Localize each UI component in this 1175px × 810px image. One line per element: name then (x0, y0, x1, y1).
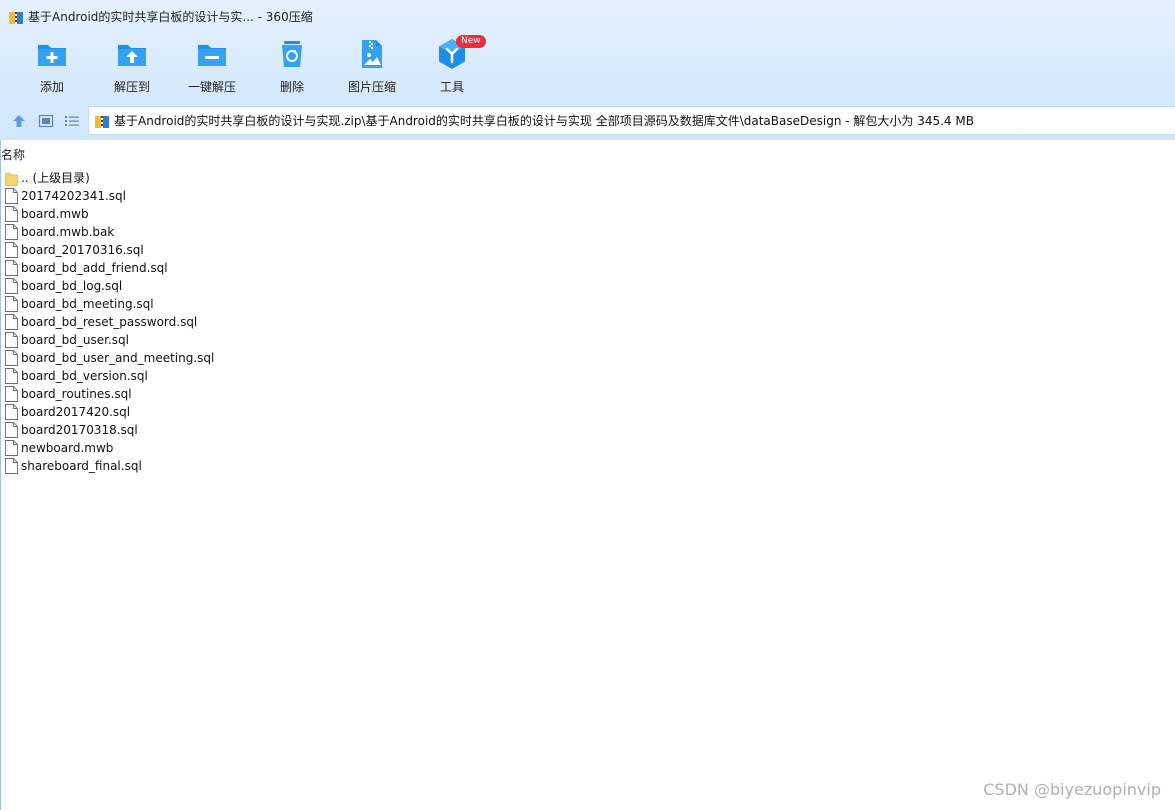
file-name: board_bd_log.sql (21, 279, 123, 293)
list-view-icon[interactable] (64, 113, 80, 129)
file-icon (5, 332, 18, 348)
top-chrome: 基于Android的实时共享白板的设计与实... - 360压缩 添加 解压到 (0, 0, 1175, 140)
file-name: board_bd_meeting.sql (21, 297, 154, 311)
file-icon (5, 296, 18, 312)
parent-folder-row[interactable]: .. (上级目录) (0, 169, 600, 187)
new-badge: New (456, 35, 486, 48)
window-title: 基于Android的实时共享白板的设计与实... - 360压缩 (28, 10, 313, 24)
file-name: board.mwb (21, 207, 89, 221)
file-name: board_bd_user_and_meeting.sql (21, 351, 215, 365)
file-row[interactable]: board.mwb (0, 205, 600, 223)
add-folder-icon (38, 45, 66, 66)
thumbnail-view-icon[interactable] (38, 113, 54, 129)
add-button[interactable]: 添加 (12, 38, 92, 96)
extract-to-icon (118, 45, 146, 66)
file-name: board_bd_user.sql (21, 333, 129, 347)
file-name: board_routines.sql (21, 387, 132, 401)
file-icon (5, 350, 18, 366)
delete-trash-icon (282, 41, 302, 67)
file-icon (5, 260, 18, 276)
file-row[interactable]: board2017420.sql (0, 403, 600, 421)
file-row[interactable]: board_bd_version.sql (0, 367, 600, 385)
file-list: .. (上级目录) 20174202341.sql board.mwb board.m… (0, 169, 600, 475)
file-name: shareboard_final.sql (21, 459, 142, 473)
file-row[interactable]: board_bd_meeting.sql (0, 295, 600, 313)
toolbar: 添加 解压到 一键解压 删除 图片压缩 New 工具 (0, 34, 1175, 100)
extract-to-label: 解压到 (113, 80, 150, 94)
up-arrow-icon[interactable] (11, 113, 27, 129)
file-name: board20170318.sql (21, 423, 138, 437)
delete-button[interactable]: 删除 (252, 38, 332, 96)
delete-label: 删除 (279, 80, 304, 94)
file-icon (5, 458, 18, 474)
zip-archive-icon (95, 114, 109, 128)
file-icon (5, 224, 18, 240)
tools-button[interactable]: New 工具 (412, 35, 492, 96)
file-icon (5, 386, 18, 402)
column-header[interactable]: 名称 (0, 145, 1175, 165)
file-name: board.mwb.bak (21, 225, 115, 239)
file-row[interactable]: board_20170316.sql (0, 241, 600, 259)
file-icon (5, 368, 18, 384)
folder-icon (5, 173, 18, 186)
file-name: board_20170316.sql (21, 243, 144, 257)
file-icon (5, 206, 18, 222)
archive-app-icon (9, 10, 23, 24)
file-name: .. (上级目录) (21, 171, 90, 185)
file-row[interactable]: 20174202341.sql (0, 187, 600, 205)
file-name: board_bd_add_friend.sql (21, 261, 168, 275)
file-icon (5, 242, 18, 258)
address-path: 基于Android的实时共享白板的设计与实现.zip\基于Android的实时共… (114, 114, 974, 128)
file-row[interactable]: board_routines.sql (0, 385, 600, 403)
file-icon (5, 314, 18, 330)
file-name: 20174202341.sql (21, 189, 126, 203)
image-compress-icon (362, 40, 382, 68)
file-name: board_bd_reset_password.sql (21, 315, 198, 329)
file-icon (5, 188, 18, 204)
image-compress-button[interactable]: 图片压缩 (332, 38, 412, 96)
file-icon (5, 440, 18, 456)
file-row[interactable]: board_bd_reset_password.sql (0, 313, 600, 331)
file-row[interactable]: board_bd_user.sql (0, 331, 600, 349)
address-bar[interactable]: 基于Android的实时共享白板的设计与实现.zip\基于Android的实时共… (88, 106, 1175, 135)
one-click-extract-label: 一键解压 (187, 80, 236, 94)
file-row[interactable]: board_bd_add_friend.sql (0, 259, 600, 277)
file-name: board_bd_version.sql (21, 369, 148, 383)
file-icon (5, 422, 18, 438)
watermark: CSDN @biyezuopinvip (983, 780, 1161, 799)
file-row[interactable]: board20170318.sql (0, 421, 600, 439)
image-compress-label: 图片压缩 (347, 80, 396, 94)
title-bar: 基于Android的实时共享白板的设计与实... - 360压缩 (0, 0, 1175, 34)
name-column-header[interactable]: 名称 (1, 148, 25, 162)
file-row[interactable]: newboard.mwb (0, 439, 600, 457)
extract-to-button[interactable]: 解压到 (92, 38, 172, 96)
one-click-extract-button[interactable]: 一键解压 (172, 38, 252, 96)
tools-label: 工具 (439, 80, 464, 94)
file-row[interactable]: board_bd_user_and_meeting.sql (0, 349, 600, 367)
navigation-bar: 基于Android的实时共享白板的设计与实现.zip\基于Android的实时共… (0, 106, 1175, 136)
file-name: newboard.mwb (21, 441, 114, 455)
file-row[interactable]: board.mwb.bak (0, 223, 600, 241)
add-label: 添加 (39, 80, 64, 94)
file-name: board2017420.sql (21, 405, 131, 419)
file-row[interactable]: shareboard_final.sql (0, 457, 600, 475)
one-click-extract-icon (198, 45, 226, 66)
file-icon (5, 278, 18, 294)
file-row[interactable]: board_bd_log.sql (0, 277, 600, 295)
file-icon (5, 404, 18, 420)
